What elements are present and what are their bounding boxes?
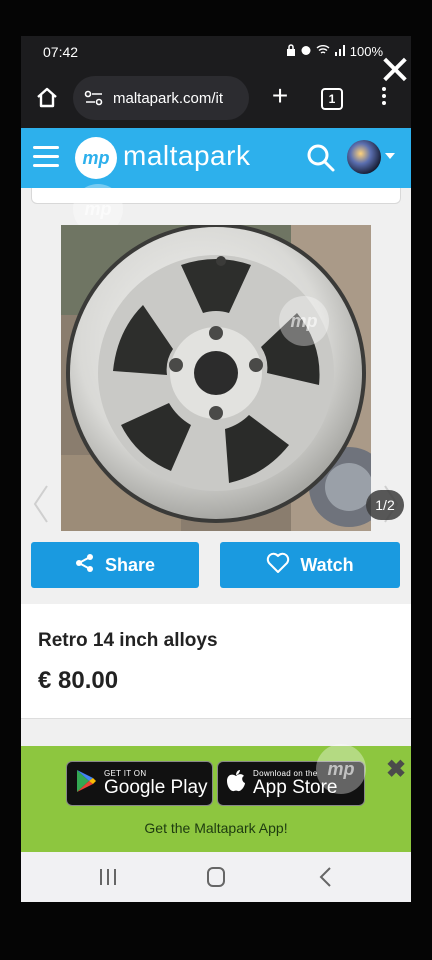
close-icon[interactable]: ✕ [362, 36, 428, 106]
tune-icon[interactable] [83, 87, 105, 109]
watermark-logo: mp [316, 744, 366, 794]
heart-icon [266, 552, 290, 579]
app-banner-cta[interactable]: Get the Maltapark App! [21, 820, 411, 836]
chevron-left-icon[interactable] [31, 484, 51, 524]
recents-icon[interactable] [93, 864, 123, 890]
url-bar[interactable]: maltapark.com/it [73, 76, 249, 120]
search-icon[interactable] [305, 142, 337, 174]
hamburger-icon[interactable] [33, 146, 59, 168]
google-play-icon [75, 769, 97, 798]
home-icon[interactable] [33, 84, 61, 112]
browser-toolbar: maltapark.com/it + 1 [21, 68, 411, 128]
listing-title: Retro 14 inch alloys [38, 630, 218, 651]
phone-screen: 07:42 100% maltapark.com/it + 1 mp malta… [21, 36, 411, 902]
back-icon[interactable] [311, 864, 341, 890]
plus-icon[interactable]: + [265, 82, 295, 112]
status-time: 07:42 [43, 44, 79, 60]
google-play-big: Google Play [104, 777, 208, 798]
screenshot-frame: 07:42 100% maltapark.com/it + 1 mp malta… [0, 0, 432, 960]
watch-button[interactable]: Watch [220, 542, 400, 588]
logo-text[interactable]: maltapark [123, 140, 250, 172]
listing-content: mp mp 1/2 Share Watch Retro 14 inch allo… [21, 184, 411, 790]
home-nav-icon[interactable] [201, 864, 231, 890]
site-header: mp maltapark [21, 128, 411, 188]
avatar[interactable] [347, 140, 381, 174]
logo-mark[interactable]: mp [75, 137, 117, 179]
watermark-logo: mp [279, 296, 329, 346]
wifi-icon [316, 44, 330, 59]
google-play-button[interactable]: GET IT ON Google Play [66, 761, 213, 806]
listing-photo[interactable] [61, 225, 371, 531]
system-navigation-bar [21, 852, 411, 902]
lock-icon [286, 44, 296, 59]
alarm-icon [300, 44, 312, 59]
listing-info: Retro 14 inch alloys € 80.00 [21, 604, 411, 719]
share-button[interactable]: Share [31, 542, 199, 588]
listing-price: € 80.00 [38, 667, 119, 694]
status-bar: 07:42 100% [21, 36, 411, 68]
image-counter: 1/2 [366, 490, 404, 520]
chevron-down-icon[interactable] [385, 153, 395, 159]
tabs-icon[interactable]: 1 [321, 88, 343, 110]
watch-label: Watch [300, 554, 354, 575]
share-icon [75, 553, 95, 578]
app-download-banner: GET IT ON Google Play Download on the Ap… [21, 744, 411, 852]
url-text[interactable]: maltapark.com/it [113, 90, 223, 107]
close-icon[interactable]: ✖ [384, 758, 408, 782]
share-label: Share [104, 554, 156, 575]
apple-icon [226, 769, 246, 798]
signal-icon [334, 44, 346, 59]
